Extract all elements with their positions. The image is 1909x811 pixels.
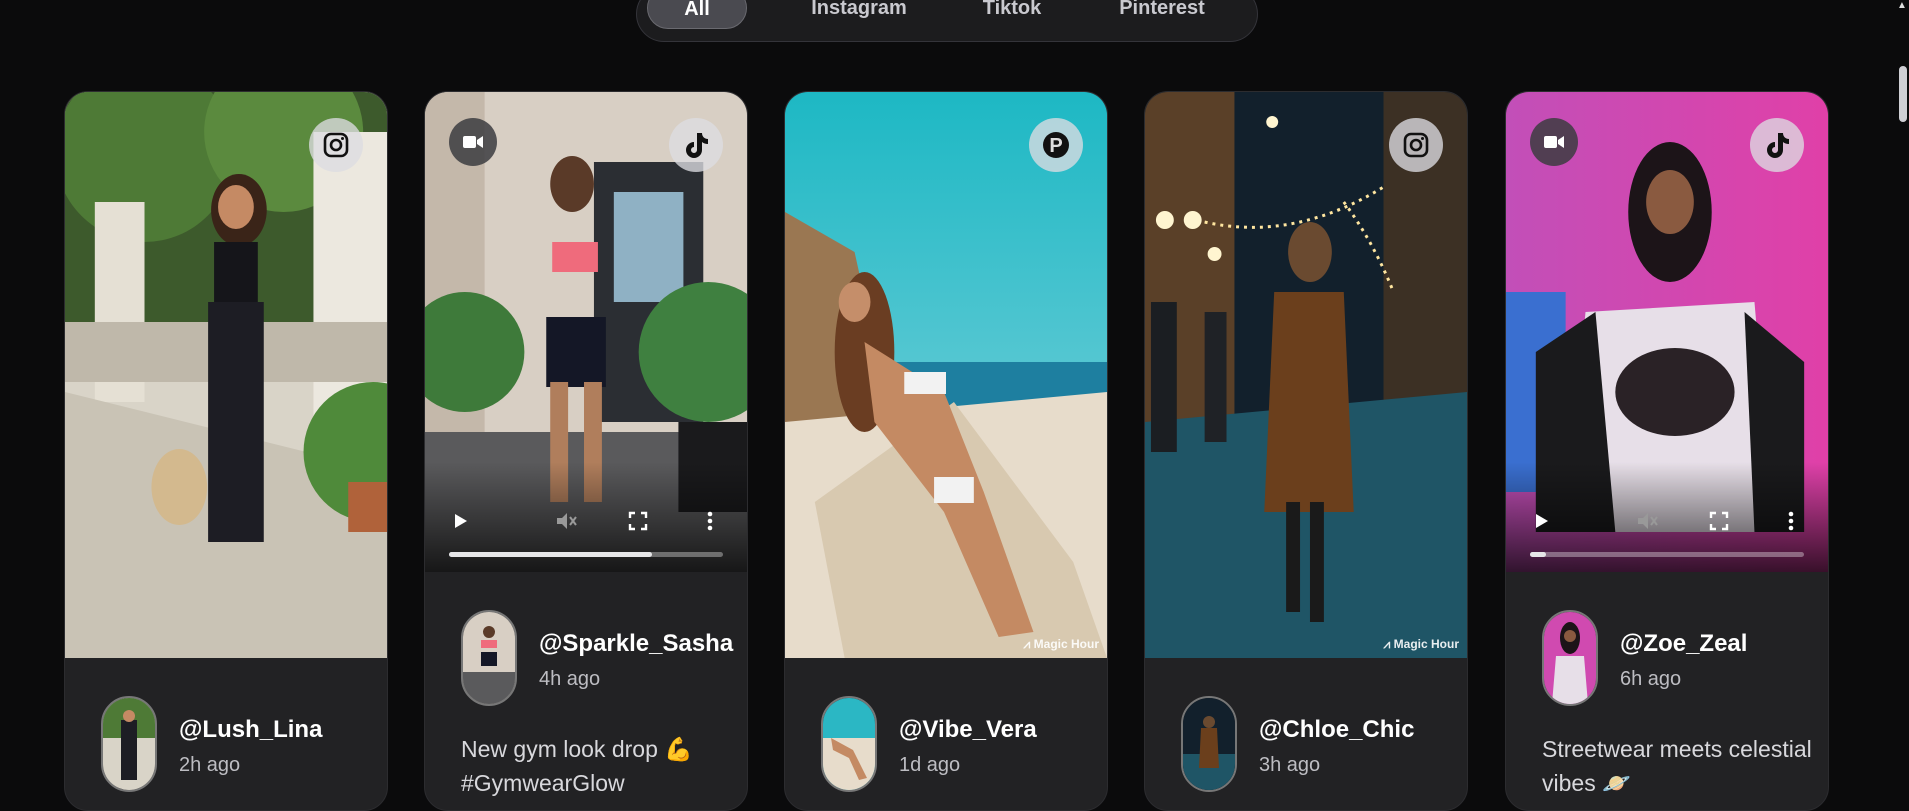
post-time: 3h ago (1259, 754, 1321, 776)
mute-icon[interactable] (1634, 508, 1660, 534)
post-image[interactable] (65, 92, 387, 658)
play-icon[interactable] (1528, 508, 1554, 534)
post-time: 4h ago (539, 668, 601, 690)
video-progress-bar[interactable] (1530, 552, 1804, 557)
video-controls (1506, 462, 1828, 572)
svg-text:P: P (1049, 135, 1062, 157)
more-options-icon[interactable] (1778, 508, 1804, 534)
video-progress-fill (1530, 552, 1547, 557)
instagram-icon (1389, 118, 1443, 172)
post-time: 6h ago (1620, 668, 1682, 690)
post-card[interactable]: @Sparkle_Sasha 4h ago New gym look drop … (424, 91, 748, 811)
page-scrollbar-thumb[interactable] (1899, 66, 1907, 122)
fullscreen-icon[interactable] (625, 508, 651, 534)
mute-icon[interactable] (553, 508, 579, 534)
username[interactable]: @Lush_Lina (179, 716, 322, 744)
video-icon (449, 118, 497, 166)
play-icon[interactable] (447, 508, 473, 534)
tiktok-icon (1750, 118, 1804, 172)
filter-tab-instagram[interactable]: Instagram (785, 0, 933, 29)
post-card[interactable]: P ⩘ Magic Hour @Vibe_Vera 1d ago (784, 91, 1108, 811)
magic-hour-watermark: ⩘ Magic Hour (1383, 637, 1459, 651)
scroll-up-arrow[interactable]: ▲ (1896, 0, 1908, 12)
magic-hour-watermark: ⩘ Magic Hour (1023, 637, 1099, 651)
avatar[interactable] (1181, 696, 1237, 792)
post-time: 2h ago (179, 754, 241, 776)
video-icon (1530, 118, 1578, 166)
post-video[interactable] (1506, 92, 1828, 572)
post-image[interactable]: P ⩘ Magic Hour (785, 92, 1107, 658)
username[interactable]: @Zoe_Zeal (1620, 630, 1747, 658)
video-progress-fill (449, 552, 652, 557)
username[interactable]: @Chloe_Chic (1259, 716, 1414, 744)
video-controls (425, 462, 747, 572)
filter-tab-pinterest[interactable]: Pinterest (1093, 0, 1231, 29)
fullscreen-icon[interactable] (1706, 508, 1732, 534)
avatar[interactable] (461, 610, 517, 706)
post-caption: New gym look drop 💪 #GymwearGlow (461, 736, 693, 796)
post-caption: Streetwear meets celestial vibes 🪐 (1542, 736, 1812, 796)
post-card[interactable]: @Lush_Lina 2h ago (64, 91, 388, 811)
post-video[interactable] (425, 92, 747, 572)
avatar[interactable] (1542, 610, 1598, 706)
post-time: 1d ago (899, 754, 961, 776)
username[interactable]: @Vibe_Vera (899, 716, 1037, 744)
filter-tab-all[interactable]: All (647, 0, 747, 29)
avatar[interactable] (101, 696, 157, 792)
more-options-icon[interactable] (697, 508, 723, 534)
instagram-icon (309, 118, 363, 172)
platform-filter-bar: All Instagram Tiktok Pinterest (636, 0, 1258, 42)
video-progress-bar[interactable] (449, 552, 723, 557)
username[interactable]: @Sparkle_Sasha (539, 630, 733, 658)
tiktok-icon (669, 118, 723, 172)
filter-tab-tiktok[interactable]: Tiktok (957, 0, 1067, 29)
post-card[interactable]: @Zoe_Zeal 6h ago Streetwear meets celest… (1505, 91, 1829, 811)
pinterest-icon: P (1029, 118, 1083, 172)
post-image[interactable]: ⩘ Magic Hour (1145, 92, 1467, 658)
avatar[interactable] (821, 696, 877, 792)
post-card[interactable]: ⩘ Magic Hour @Chloe_Chic 3h ago (1144, 91, 1468, 811)
